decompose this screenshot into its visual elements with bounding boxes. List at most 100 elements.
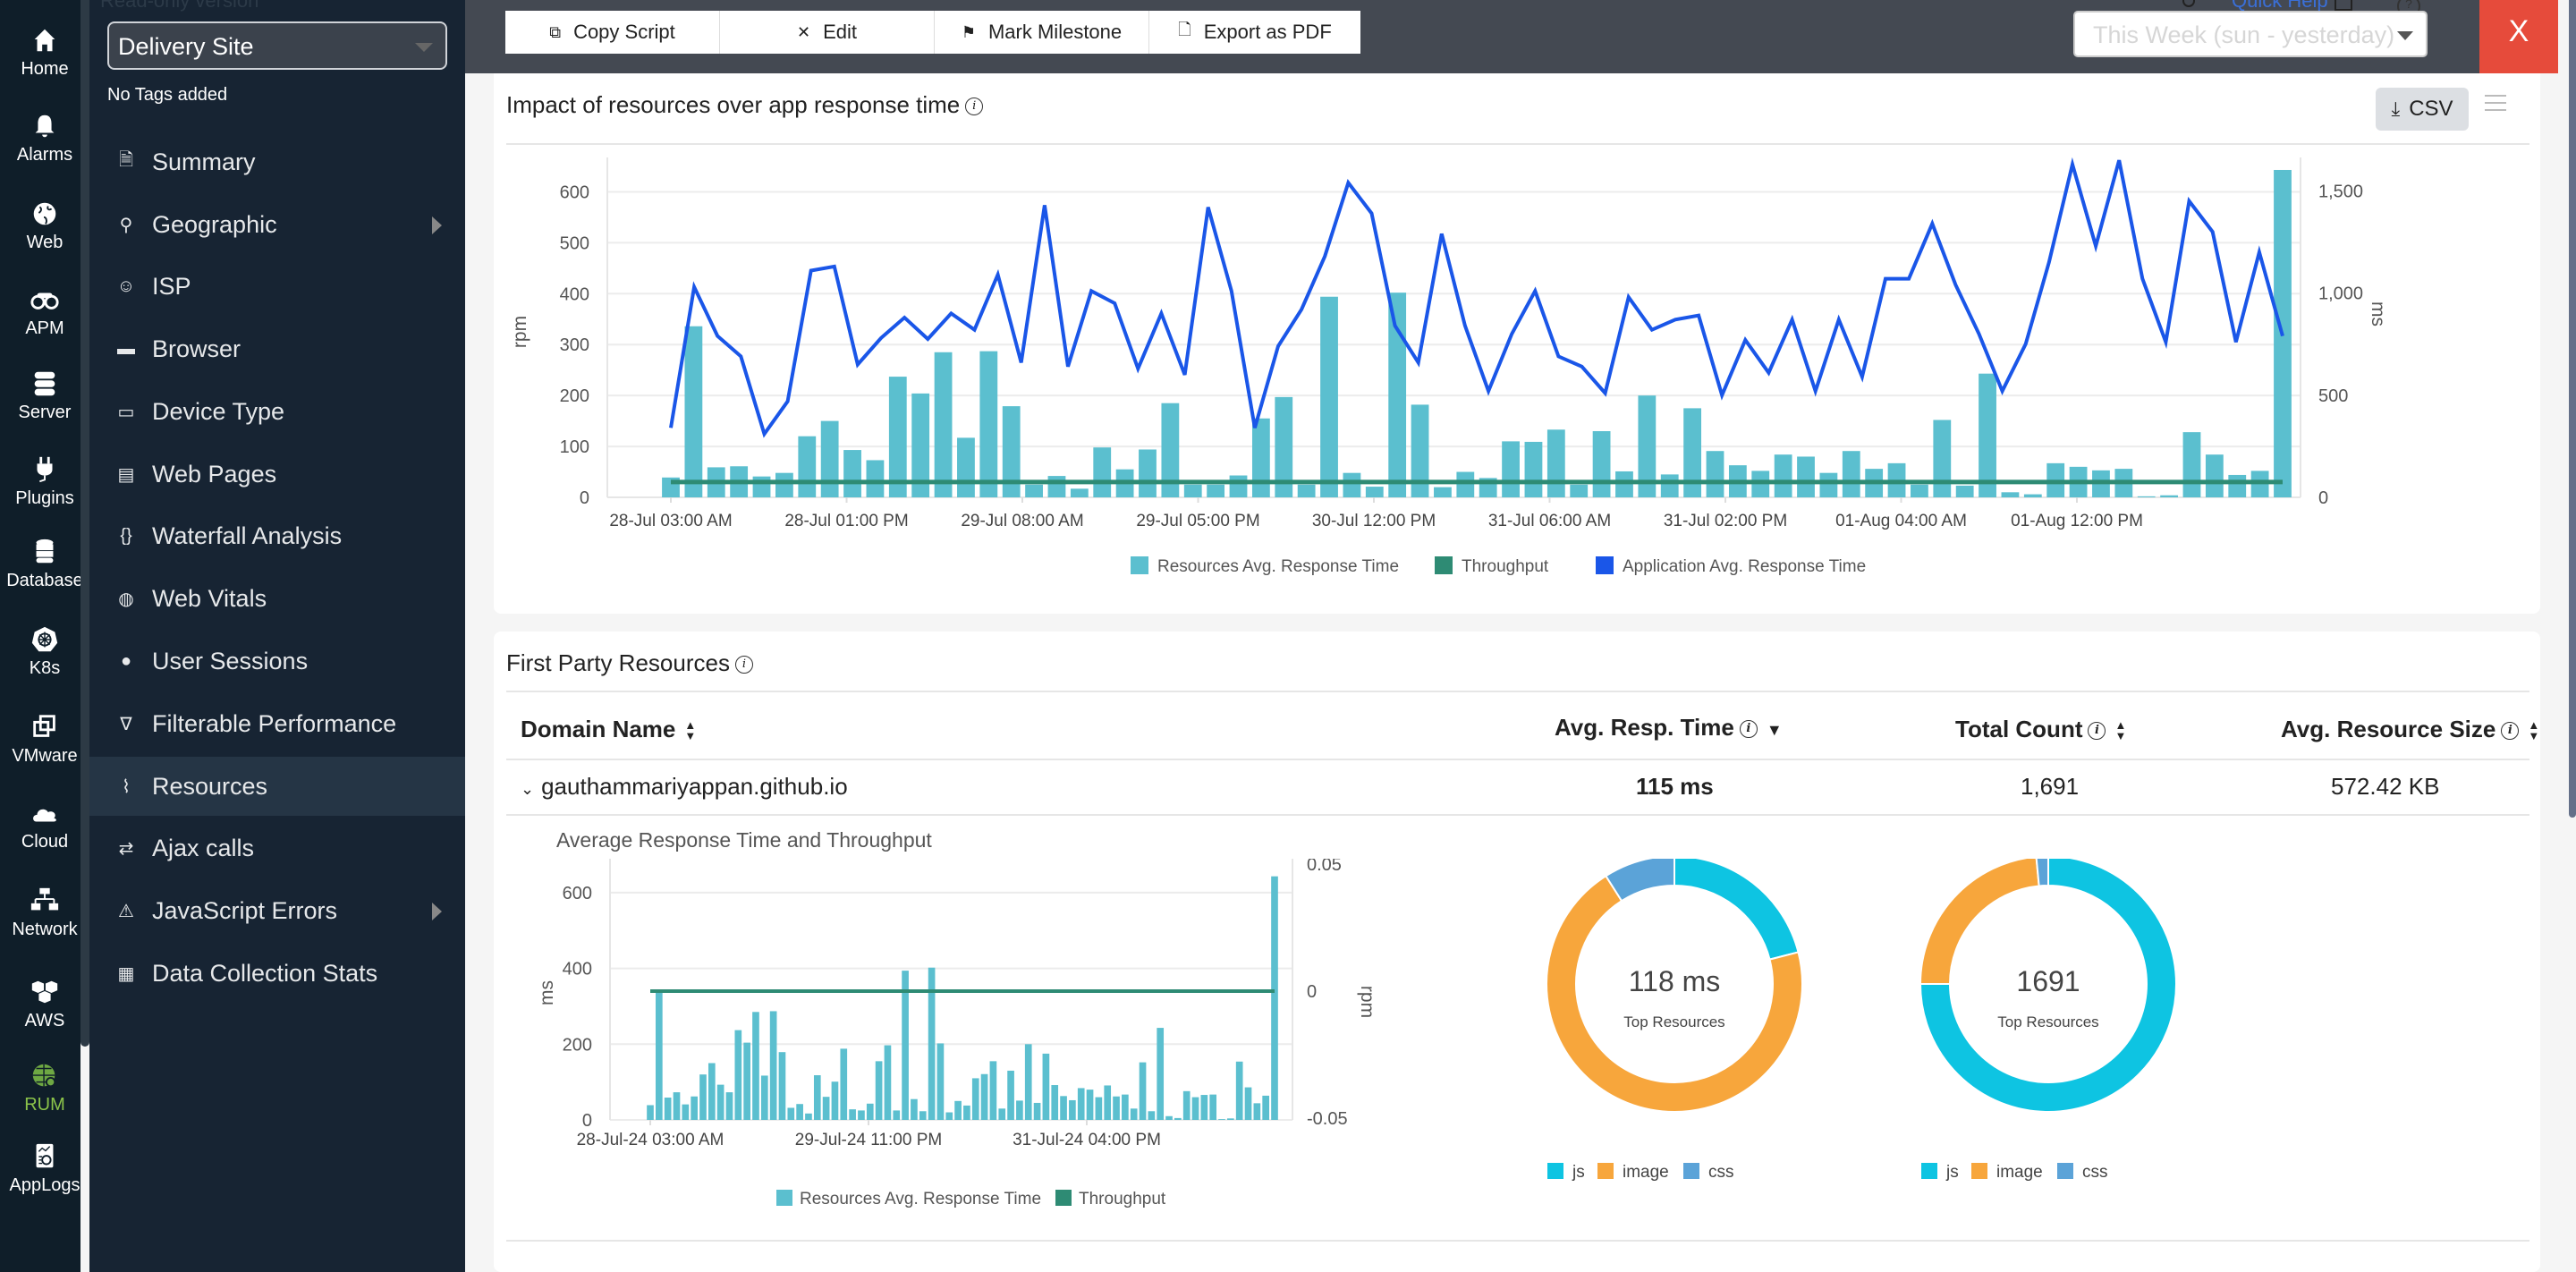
bar <box>1230 476 1248 497</box>
bar <box>1615 471 1633 497</box>
sidebar-item-ajax-calls[interactable]: ⇄Ajax calls <box>89 818 465 878</box>
col-avg-resource-size[interactable]: Avg. Resource Sizei▲▼ <box>2281 716 2539 743</box>
col-domain-name[interactable]: Domain Name▲▼ <box>521 716 696 743</box>
chevron-down-icon[interactable]: ⌄ <box>521 780 534 798</box>
browser-window-icon: ▬ <box>114 337 138 360</box>
mark-milestone-button[interactable]: ⚑Mark Milestone <box>935 11 1149 54</box>
rail-item-database[interactable]: Database <box>0 537 89 591</box>
divider <box>506 143 2529 145</box>
bar <box>823 1097 830 1120</box>
y-right-tick-label: 1,500 <box>2318 182 2363 201</box>
filter-icon: ∇ <box>114 712 138 735</box>
site-select[interactable]: Delivery Site <box>107 21 447 70</box>
y-right-tick-label: 1,000 <box>2318 284 2363 304</box>
rail-item-home[interactable]: Home <box>0 25 89 80</box>
rail-item-label: APM <box>25 318 64 338</box>
bar <box>902 971 909 1120</box>
sidebar-item-user-sessions[interactable]: ●User Sessions <box>89 632 465 691</box>
rail-item-cloud[interactable]: Cloud <box>0 798 89 852</box>
bar <box>1051 1085 1058 1120</box>
y-tick-label: 400 <box>563 960 592 979</box>
sidebar-item-filterable-performance[interactable]: ∇ Filterable Performance <box>89 694 465 753</box>
rail-item-server[interactable]: Server <box>0 369 89 423</box>
sort-icon[interactable]: ▲▼ <box>2114 720 2126 742</box>
y-right-axis-label: rpm <box>1357 986 1377 1018</box>
bar <box>849 1109 856 1120</box>
col-total-count[interactable]: Total Counti▲▼ <box>1955 716 2126 743</box>
monitor-icon: ▭ <box>114 400 138 423</box>
bar <box>1087 1090 1094 1120</box>
csv-download-button[interactable]: ⤓CSV <box>2376 88 2469 131</box>
y-tick-label: 0 <box>582 1111 592 1131</box>
sidebar-item-label: Resources <box>152 773 267 801</box>
rail-item-network[interactable]: Network <box>0 886 89 940</box>
rail-item-apm[interactable]: APM <box>0 284 89 339</box>
y-tick-label: 500 <box>560 233 589 253</box>
info-icon[interactable]: i <box>735 656 753 674</box>
rail-item-alarms[interactable]: Alarms <box>0 111 89 165</box>
bar <box>2160 496 2178 497</box>
sort-icon[interactable]: ▲▼ <box>2528 720 2539 742</box>
bar <box>1843 451 1860 497</box>
sidebar-item-browser[interactable]: ▬Browser <box>89 319 465 378</box>
bell-icon <box>29 111 61 141</box>
chevron-right-icon[interactable] <box>432 903 442 920</box>
rail-item-k8s[interactable]: K8s <box>0 624 89 679</box>
col-avg-resp-time[interactable]: Avg. Resp. Timei▼ <box>1555 714 1783 742</box>
close-button[interactable]: X <box>2479 0 2558 73</box>
domain-cell[interactable]: ⌄gauthammariyappan.github.io <box>521 773 848 801</box>
info-icon[interactable]: i <box>1740 720 1758 738</box>
info-icon[interactable]: i <box>2088 722 2106 740</box>
rail-item-plugins[interactable]: Plugins <box>0 454 89 509</box>
page-scrollbar[interactable] <box>2569 0 2576 1272</box>
download-icon: ⤓ <box>2391 98 2400 121</box>
megaphone-icon[interactable] <box>2334 0 2352 11</box>
sidebar-item-summary[interactable]: 🗎Summary <box>89 132 465 191</box>
period-select[interactable]: This Week (sun - yesterday) <box>2073 11 2428 57</box>
sidebar-item-web-vitals[interactable]: ◍Web Vitals <box>89 569 465 628</box>
sort-icon[interactable]: ▲▼ <box>684 720 696 742</box>
sidebar-item-web-pages[interactable]: ▤Web Pages <box>89 445 465 504</box>
x-tick-label: 29-Jul 05:00 PM <box>1136 512 1259 530</box>
rail-item-label: Database <box>6 571 83 590</box>
location-pin-icon: ⚲ <box>114 213 138 236</box>
bar <box>1547 429 1565 497</box>
sidebar-item-geographic[interactable]: ⚲Geographic <box>89 195 465 254</box>
export-as-pdf-button[interactable]: 🗋Export as PDF <box>1149 11 1360 54</box>
chevron-right-icon[interactable] <box>432 216 442 234</box>
sort-desc-icon[interactable]: ▼ <box>1767 721 1783 739</box>
aws-icon <box>29 977 61 1007</box>
bar <box>1227 1118 1234 1120</box>
sidebar-item-device-type[interactable]: ▭Device Type <box>89 382 465 441</box>
sidebar-item-label: Filterable Performance <box>152 710 396 738</box>
copy-script-button[interactable]: ⧉Copy Script <box>505 11 720 54</box>
bar <box>1096 1098 1103 1120</box>
rail-item-aws[interactable]: AWS <box>0 977 89 1031</box>
bar <box>1209 1095 1216 1120</box>
rail-item-web[interactable]: Web <box>0 199 89 253</box>
info-icon[interactable]: i <box>965 98 983 115</box>
menu-icon[interactable] <box>2485 95 2506 116</box>
legend-swatch <box>2057 1163 2073 1179</box>
copy-icon: ⧉ <box>549 23 561 42</box>
scrollbar-thumb[interactable] <box>2569 0 2576 818</box>
bar <box>1131 1108 1138 1120</box>
info-icon[interactable]: i <box>2501 722 2519 740</box>
binoculars-icon <box>29 284 61 315</box>
rail-item-rum[interactable]: RUM <box>0 1061 89 1115</box>
bar <box>1048 476 1066 497</box>
impact-panel: Impact of resources over app response ti… <box>494 73 2540 614</box>
rail-item-vmware[interactable]: VMware <box>0 712 89 767</box>
rail-item-applogs[interactable]: AppLogs <box>0 1141 89 1196</box>
rail-item-label: RUM <box>24 1095 65 1115</box>
sidebar-item-waterfall-analysis[interactable]: {}Waterfall Analysis <box>89 506 465 565</box>
sidebar-item-resources[interactable]: ⌇Resources <box>89 757 465 816</box>
bar <box>1093 447 1111 497</box>
bar <box>821 421 839 497</box>
sidebar-item-isp[interactable]: ☺ISP <box>89 257 465 316</box>
sidebar-item-data-collection-stats[interactable]: ▦Data Collection Stats <box>89 944 465 1003</box>
edit-button[interactable]: ✕Edit <box>720 11 935 54</box>
donut-slice-js <box>1674 859 1799 960</box>
sidebar-item-javascript-errors[interactable]: ⚠JavaScript Errors <box>89 881 465 940</box>
rail-scrollbar[interactable] <box>80 0 89 1047</box>
